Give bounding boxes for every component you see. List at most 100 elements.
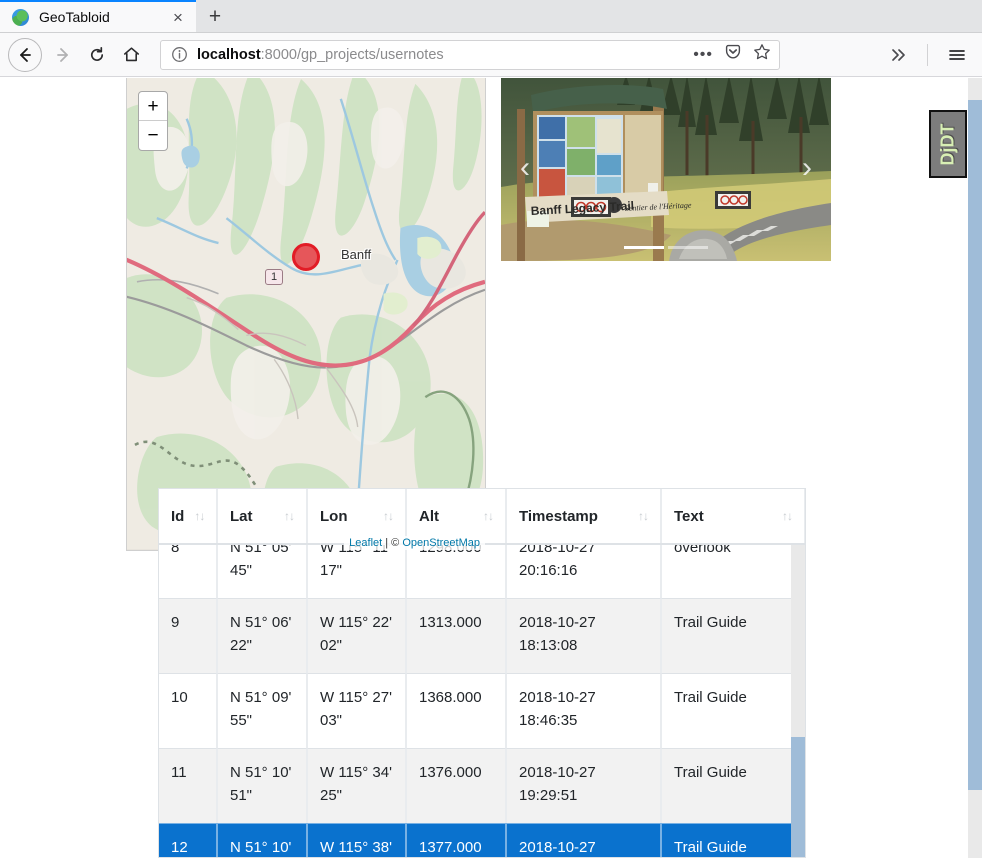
table-cell-alt: 1377.000 xyxy=(406,823,506,857)
leaflet-link[interactable]: Leaflet xyxy=(349,537,382,549)
forward-arrow-icon[interactable] xyxy=(46,38,80,72)
table-row[interactable]: 9N 51° 06' 22" W 115° 22' 02" 1313.000 2018… xyxy=(159,598,805,673)
table-cell-alt: 1368.000 xyxy=(406,673,506,748)
map-tiles xyxy=(127,78,485,550)
sort-toggle-icon[interactable]: ↑↓ xyxy=(473,509,494,523)
carousel-indicator[interactable] xyxy=(624,246,664,249)
url-text[interactable]: localhost:8000/gp_projects/usernotes xyxy=(197,47,685,63)
table-cell-lat: N 51° 06' 22" xyxy=(217,598,307,673)
tab-title: GeoTabloid xyxy=(39,9,110,25)
table-cell-id: 10 xyxy=(159,673,217,748)
column-header-lon[interactable]: Lon ↑↓ xyxy=(307,489,406,543)
toolbar-separator xyxy=(927,43,928,66)
table-cell-text: overlook xyxy=(661,545,805,598)
navigation-toolbar: localhost:8000/gp_projects/usernotes ••• xyxy=(0,33,982,77)
table-scrollbar[interactable] xyxy=(791,545,805,857)
column-label: Lat xyxy=(230,507,253,525)
table-cell-id: 8 xyxy=(159,545,217,598)
table-row[interactable]: 10 N 51° 09' 55" W 115° 27' 03" 1368.000 201… xyxy=(159,673,805,748)
table-cell-alt: 1376.000 xyxy=(406,748,506,823)
page-actions-icon[interactable]: ••• xyxy=(693,46,713,63)
page-scrollbar[interactable] xyxy=(968,78,982,858)
pocket-icon[interactable] xyxy=(724,43,742,66)
table-cell-timestamp: 2018-10-27 19:29:51 xyxy=(506,748,661,823)
table-cell-text: Trail Guide xyxy=(661,823,805,857)
tab-strip: GeoTabloid × + xyxy=(0,0,982,33)
image-carousel[interactable]: Banff Legacy Trail Sentier de l'Héritage… xyxy=(501,78,831,261)
table-cell-alt: 1298.000 xyxy=(406,545,506,598)
map-marker[interactable] xyxy=(292,243,320,271)
table-cell-alt: 1313.000 xyxy=(406,598,506,673)
browser-tab-geotabloid[interactable]: GeoTabloid × xyxy=(0,0,196,32)
attribution-separator: | © xyxy=(382,537,403,549)
table-cell-timestamp: 2018-10-27 19:45:53 xyxy=(506,823,661,857)
zoom-out-button[interactable]: − xyxy=(139,121,167,150)
table-cell-id: 11 xyxy=(159,748,217,823)
table-cell-lon: W 115° 27' 03" xyxy=(307,673,406,748)
table-cell-lon: W 115° 11' 17" xyxy=(307,545,406,598)
info-circle-icon[interactable] xyxy=(171,46,188,63)
map-attribution: Leaflet | © OpenStreetMap xyxy=(344,536,485,550)
browser-window: GeoTabloid × + localhost:8000/gp_project… xyxy=(0,0,982,858)
sort-toggle-icon[interactable]: ↑↓ xyxy=(184,509,205,523)
table-cell-text: Trail Guide xyxy=(661,598,805,673)
column-header-id[interactable]: Id ↑↓ xyxy=(159,489,217,543)
table-row[interactable]: 12N 51° 10' 33"W 115° 38' 09"1377.000201… xyxy=(159,823,805,857)
column-label: Text xyxy=(674,507,704,525)
star-icon[interactable] xyxy=(753,43,771,66)
table-cell-timestamp: 2018-10-27 20:16:16 xyxy=(506,545,661,598)
url-path: :8000/gp_projects/usernotes xyxy=(260,46,444,63)
carousel-next-icon[interactable]: › xyxy=(783,78,831,261)
new-tab-button[interactable]: + xyxy=(196,2,234,32)
toolbar-right-actions xyxy=(871,38,974,72)
django-debug-toolbar-handle[interactable]: DjDT xyxy=(929,110,967,178)
map-highway-shield: 1 xyxy=(265,269,284,286)
column-header-lat[interactable]: Lat ↑↓ xyxy=(217,489,307,543)
trailhead-photo: Banff Legacy Trail Sentier de l'Héritage xyxy=(501,78,831,261)
sort-toggle-icon[interactable]: ↑↓ xyxy=(373,509,394,523)
column-label: Lon xyxy=(320,507,348,525)
hamburger-menu-icon[interactable] xyxy=(940,38,974,72)
column-label: Id xyxy=(171,507,185,525)
column-header-text[interactable]: Text ↑↓ xyxy=(661,489,805,543)
table-body[interactable]: 8N 51° 05' 45" W 115° 11' 17" 1298.000 2018… xyxy=(159,545,805,857)
close-icon[interactable]: × xyxy=(168,7,188,27)
table-row[interactable]: 11 N 51° 10' 51" W 115° 34' 25" 1376.000 201… xyxy=(159,748,805,823)
column-label: Alt xyxy=(419,507,439,525)
table-cell-lon: W 115° 38' 09" xyxy=(307,823,406,857)
url-host: localhost xyxy=(197,46,261,63)
table-scrollbar-thumb[interactable] xyxy=(791,737,805,857)
table-cell-lat: N 51° 05' 45" xyxy=(217,545,307,598)
url-bar-actions: ••• xyxy=(685,43,771,66)
djdt-label: DjDT xyxy=(937,123,958,165)
table-cell-lon: W 115° 34' 25" xyxy=(307,748,406,823)
globe-icon xyxy=(12,8,29,26)
back-arrow-icon[interactable] xyxy=(8,37,42,72)
sort-toggle-icon[interactable]: ↑↓ xyxy=(628,509,649,523)
overflow-menu-button[interactable] xyxy=(881,38,915,72)
reload-icon[interactable] xyxy=(80,38,114,72)
zoom-in-button[interactable]: + xyxy=(139,92,167,121)
page-scrollbar-thumb[interactable] xyxy=(968,100,982,790)
page-content: + − Area Banff 1 Leaflet | © OpenStreetM… xyxy=(0,78,982,858)
table-cell-text: Trail Guide xyxy=(661,748,805,823)
leaflet-map[interactable]: + − Area Banff 1 Leaflet | © OpenStreetM… xyxy=(126,78,486,551)
carousel-prev-icon[interactable]: ‹ xyxy=(501,78,549,261)
column-header-timestamp[interactable]: Timestamp ↑↓ xyxy=(506,489,661,543)
carousel-indicator[interactable] xyxy=(668,246,708,249)
url-bar[interactable]: localhost:8000/gp_projects/usernotes ••• xyxy=(160,39,780,70)
table-cell-id: 12 xyxy=(159,823,217,857)
column-header-alt[interactable]: Alt ↑↓ xyxy=(406,489,506,543)
table-cell-id: 9 xyxy=(159,598,217,673)
table-cell-lat: N 51° 10' 51" xyxy=(217,748,307,823)
table-row[interactable]: 8N 51° 05' 45" W 115° 11' 17" 1298.000 2018… xyxy=(159,545,805,598)
map-area-label: Area xyxy=(457,78,480,80)
openstreetmap-link[interactable]: OpenStreetMap xyxy=(402,537,480,549)
map-zoom-controls[interactable]: + − xyxy=(138,91,168,151)
table-cell-lat: N 51° 09' 55" xyxy=(217,673,307,748)
sort-toggle-icon[interactable]: ↑↓ xyxy=(274,509,295,523)
table-cell-lat: N 51° 10' 33" xyxy=(217,823,307,857)
table-cell-timestamp: 2018-10-27 18:46:35 xyxy=(506,673,661,748)
home-icon[interactable] xyxy=(114,38,148,72)
sort-toggle-icon[interactable]: ↑↓ xyxy=(772,509,793,523)
